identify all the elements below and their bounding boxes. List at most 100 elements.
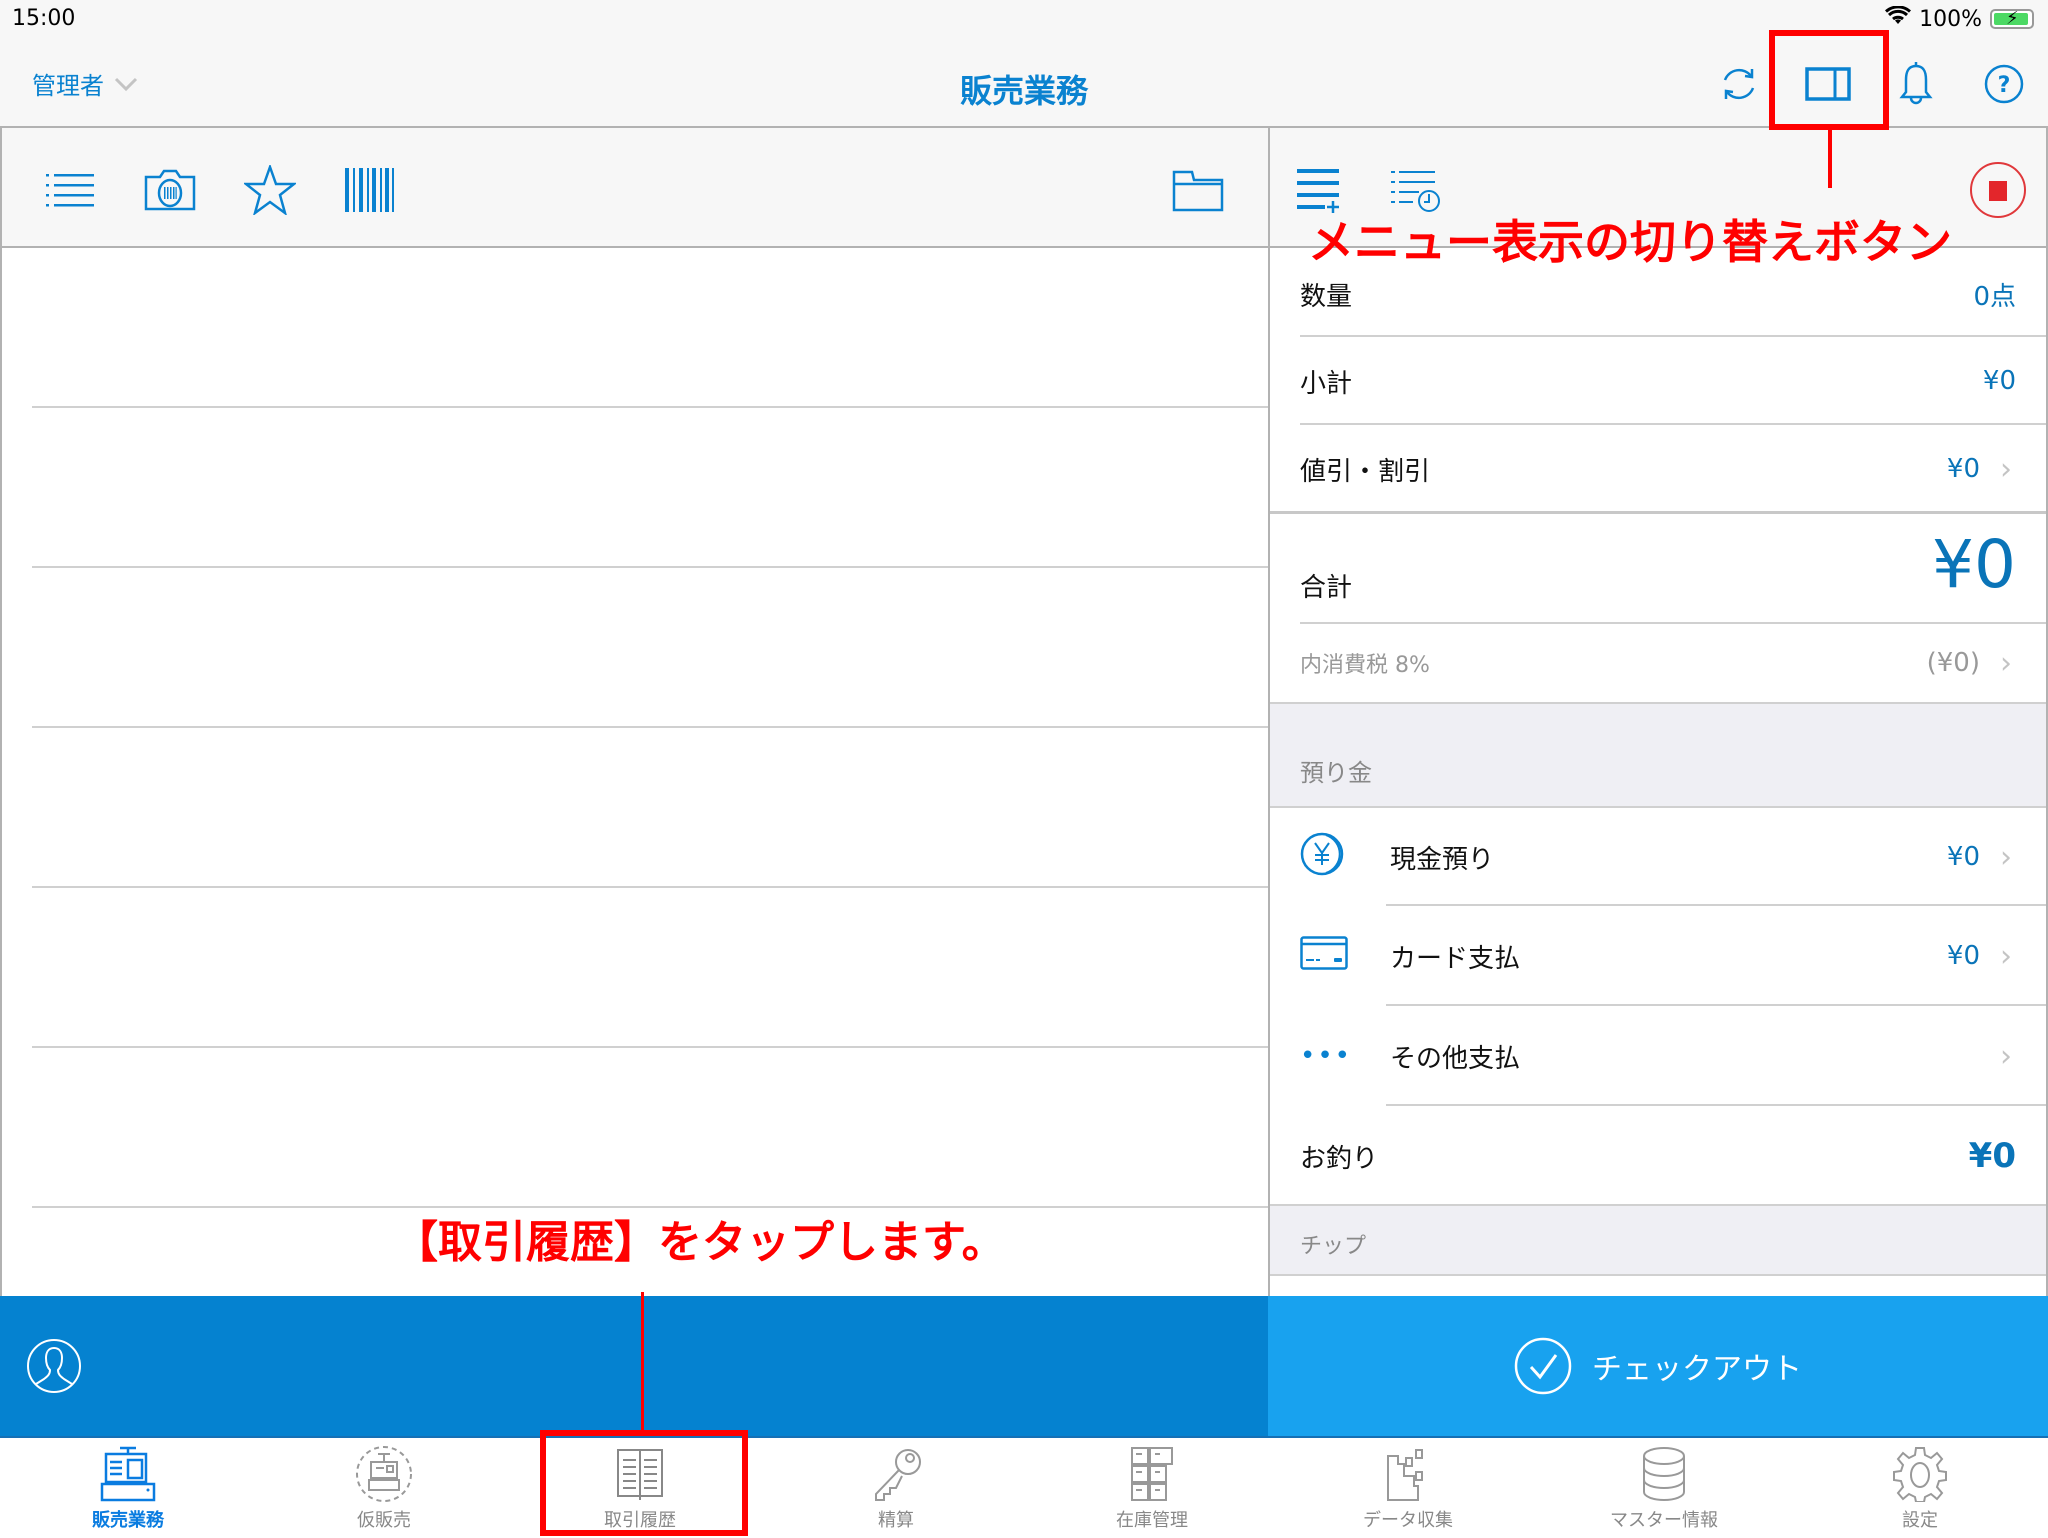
list-row-divider	[32, 726, 1268, 728]
list-view-button[interactable]	[44, 164, 96, 216]
chevron-right-icon: ›	[2000, 1038, 2012, 1074]
change-row: お釣り ¥0	[1270, 1106, 2046, 1206]
tip-section-header: チップ	[1270, 1204, 2046, 1276]
help-icon: ?	[1984, 64, 2024, 104]
folder-icon	[1172, 170, 1224, 212]
list-row-divider	[32, 406, 1268, 408]
subtotal-value: ¥0	[1982, 366, 2016, 396]
battery-icon: ⚡	[1990, 8, 2034, 29]
folder-button[interactable]	[1172, 164, 1224, 216]
subtotal-row: 小計 ¥0	[1270, 337, 2046, 425]
stop-button[interactable]	[1968, 160, 2028, 220]
other-payment-label: その他支払	[1390, 1043, 1521, 1074]
tax-label: 内消費税 8%	[1300, 653, 1430, 678]
cash-deposit-value: ¥0	[1946, 842, 1980, 872]
temp-register-icon	[356, 1446, 412, 1502]
tip-section-label: チップ	[1300, 1234, 1367, 1259]
discount-label: 値引・割引	[1300, 456, 1431, 487]
total-value: ¥0	[1932, 526, 2016, 603]
cabinet-icon	[1131, 1447, 1173, 1501]
cash-register-icon	[100, 1446, 156, 1502]
tab-label: 在庫管理	[1116, 1510, 1188, 1531]
deposit-section-header: 預り金	[1270, 702, 2046, 806]
database-icon	[1643, 1447, 1685, 1501]
notifications-button[interactable]	[1892, 60, 1940, 108]
tax-value: (¥0)	[1926, 648, 1980, 678]
tab-master-info[interactable]: マスター情報	[1536, 1446, 1792, 1538]
bell-icon	[1899, 62, 1933, 105]
tax-row[interactable]: 内消費税 8% (¥0) ›	[1270, 624, 2046, 702]
tab-data-collection[interactable]: データ収集	[1280, 1446, 1536, 1538]
svg-text:?: ?	[1998, 73, 2011, 98]
gear-icon	[1893, 1447, 1947, 1502]
chevron-right-icon: ›	[2000, 938, 2012, 974]
change-value: ¥0	[1968, 1136, 2016, 1176]
wifi-icon	[1885, 5, 1912, 32]
yen-coin-icon	[1300, 831, 1390, 884]
total-label: 合計	[1300, 573, 1353, 603]
chevron-right-icon: ›	[2000, 451, 2012, 487]
cash-deposit-label: 現金預り	[1390, 844, 1495, 875]
quantity-label: 数量	[1300, 281, 1353, 312]
product-toolbar	[0, 128, 1268, 248]
tab-label: 精算	[878, 1510, 914, 1531]
list-icon	[46, 174, 94, 207]
chevron-right-icon: ›	[2000, 645, 2012, 681]
annotation-connector	[641, 1292, 644, 1432]
check-circle-icon	[1514, 1337, 1572, 1395]
total-row: 合計 ¥0	[1270, 514, 2046, 624]
stop-record-icon	[1970, 162, 2026, 218]
annotation-highlight-history-tab	[540, 1430, 748, 1536]
list-row-divider	[32, 1046, 1268, 1048]
annotation-highlight-menu-toggle	[1769, 30, 1889, 130]
barcode-input-button[interactable]	[344, 164, 396, 216]
customer-icon	[27, 1339, 81, 1393]
data-collection-icon	[1387, 1449, 1423, 1501]
discount-row[interactable]: 値引・割引 ¥0 ›	[1270, 425, 2046, 513]
tab-label: データ収集	[1363, 1510, 1453, 1531]
barcode-icon	[345, 168, 394, 212]
annotation-menu-toggle: メニュー表示の切り替えボタン	[1308, 215, 1952, 269]
list-row-divider	[32, 566, 1268, 568]
tab-label: マスター情報	[1610, 1510, 1718, 1531]
tab-settlement[interactable]: 精算	[768, 1446, 1024, 1538]
change-label: お釣り	[1300, 1143, 1379, 1174]
discount-value: ¥0	[1946, 454, 1980, 484]
deposit-section-label: 預り金	[1300, 759, 1372, 787]
tab-sales[interactable]: 販売業務	[0, 1446, 256, 1538]
status-bar: 15:00 100% ⚡	[0, 0, 2048, 40]
tab-inventory[interactable]: 在庫管理	[1024, 1446, 1280, 1538]
key-icon	[875, 1449, 921, 1501]
more-icon: •••	[1300, 1041, 1353, 1071]
tab-label: 販売業務	[92, 1510, 164, 1531]
checkout-summary-panel: 数量 0点 小計 ¥0 値引・割引 ¥0 › 合計 ¥0 内消費税 8% (¥0…	[1268, 128, 2048, 1296]
card-payment-value: ¥0	[1946, 941, 1980, 971]
cart-item-list[interactable]	[0, 248, 1268, 1296]
star-icon	[244, 165, 296, 215]
tab-label: 仮販売	[357, 1510, 411, 1531]
annotation-connector	[1828, 130, 1832, 188]
cash-deposit-row[interactable]: 現金預り ¥0 ›	[1270, 808, 2046, 906]
checkout-button[interactable]: チェックアウト	[1268, 1296, 2048, 1436]
quantity-value: 0点	[1973, 281, 2016, 312]
camera-scan-button[interactable]	[144, 164, 196, 216]
checkout-label: チェックアウト	[1592, 1352, 1802, 1387]
tab-settings[interactable]: 設定	[1792, 1446, 2048, 1538]
other-payment-row[interactable]: ••• その他支払 ›	[1270, 1006, 2046, 1106]
subtotal-label: 小計	[1300, 368, 1353, 399]
annotation-tap-history: 【取引履歴】をタップします。	[394, 1217, 1006, 1268]
card-payment-label: カード支払	[1390, 943, 1521, 974]
list-row-divider	[32, 886, 1268, 888]
tab-bar: 販売業務 仮販売 取引履歴 精算 在庫管理 データ収集 マスター情報 設定	[0, 1436, 2048, 1536]
barcode-camera-icon	[144, 169, 196, 211]
card-payment-row[interactable]: カード支払 ¥0 ›	[1270, 906, 2046, 1006]
help-button[interactable]: ?	[1980, 60, 2028, 108]
favorites-button[interactable]	[244, 164, 296, 216]
tab-temp-sales[interactable]: 仮販売	[256, 1446, 512, 1538]
battery-percent: 100%	[1919, 6, 1982, 32]
sync-button[interactable]	[1715, 60, 1763, 108]
tab-label: 設定	[1902, 1510, 1938, 1531]
chevron-right-icon: ›	[2000, 839, 2012, 875]
customer-bar	[0, 1296, 1268, 1436]
customer-button[interactable]	[26, 1338, 82, 1394]
